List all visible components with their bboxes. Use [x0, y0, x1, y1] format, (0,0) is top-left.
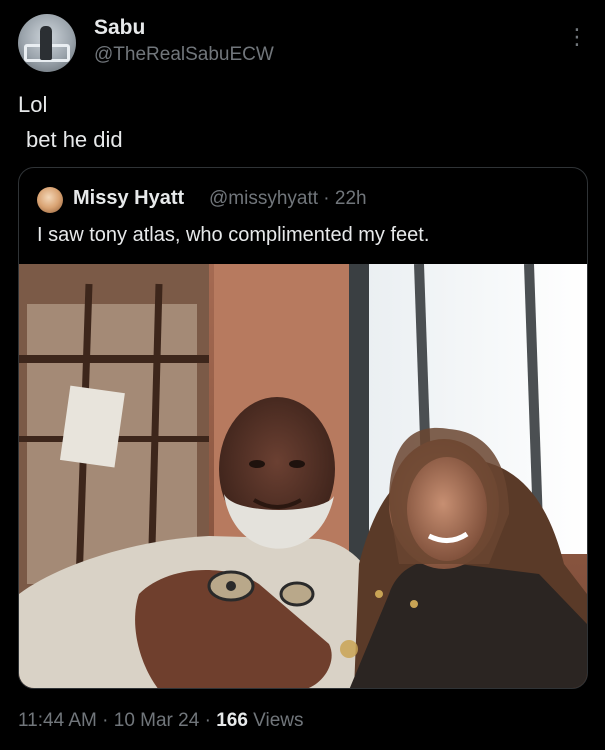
author-name[interactable]: Sabu: [94, 16, 145, 40]
quoted-author-avatar: [37, 187, 63, 213]
author-avatar[interactable]: [18, 14, 76, 72]
tweet-footer: 11:44 AM · 10 Mar 24 · 166 Views: [18, 710, 304, 732]
avatar-figure-graphic: [40, 26, 52, 60]
selfie-photo-illustration: [19, 264, 587, 688]
author-handle[interactable]: @TheRealSabuECW: [94, 44, 274, 66]
views-label: Views: [247, 710, 304, 731]
tweet-text-line-2: bet he did: [26, 127, 123, 152]
tweet-header: Sabu @TheRealSabuECW ⋮: [18, 14, 588, 74]
quoted-tweet-card[interactable]: Missy Hyatt @missyhyatt · 22h I saw tony…: [18, 167, 588, 689]
quoted-tweet-text: I saw tony atlas, who complimented my fe…: [37, 224, 430, 246]
quoted-author-handle-time: @missyhyatt · 22h: [209, 188, 367, 209]
tweet-text-line-1: Lol: [18, 92, 48, 117]
tweet-timestamp[interactable]: 11:44 AM · 10 Mar 24 ·: [18, 710, 216, 731]
quoted-author-name: Missy Hyatt: [73, 187, 185, 209]
more-vertical-icon[interactable]: ⋮: [566, 22, 588, 52]
quoted-tweet-photo[interactable]: [19, 264, 587, 688]
views-count: 166: [216, 710, 248, 731]
